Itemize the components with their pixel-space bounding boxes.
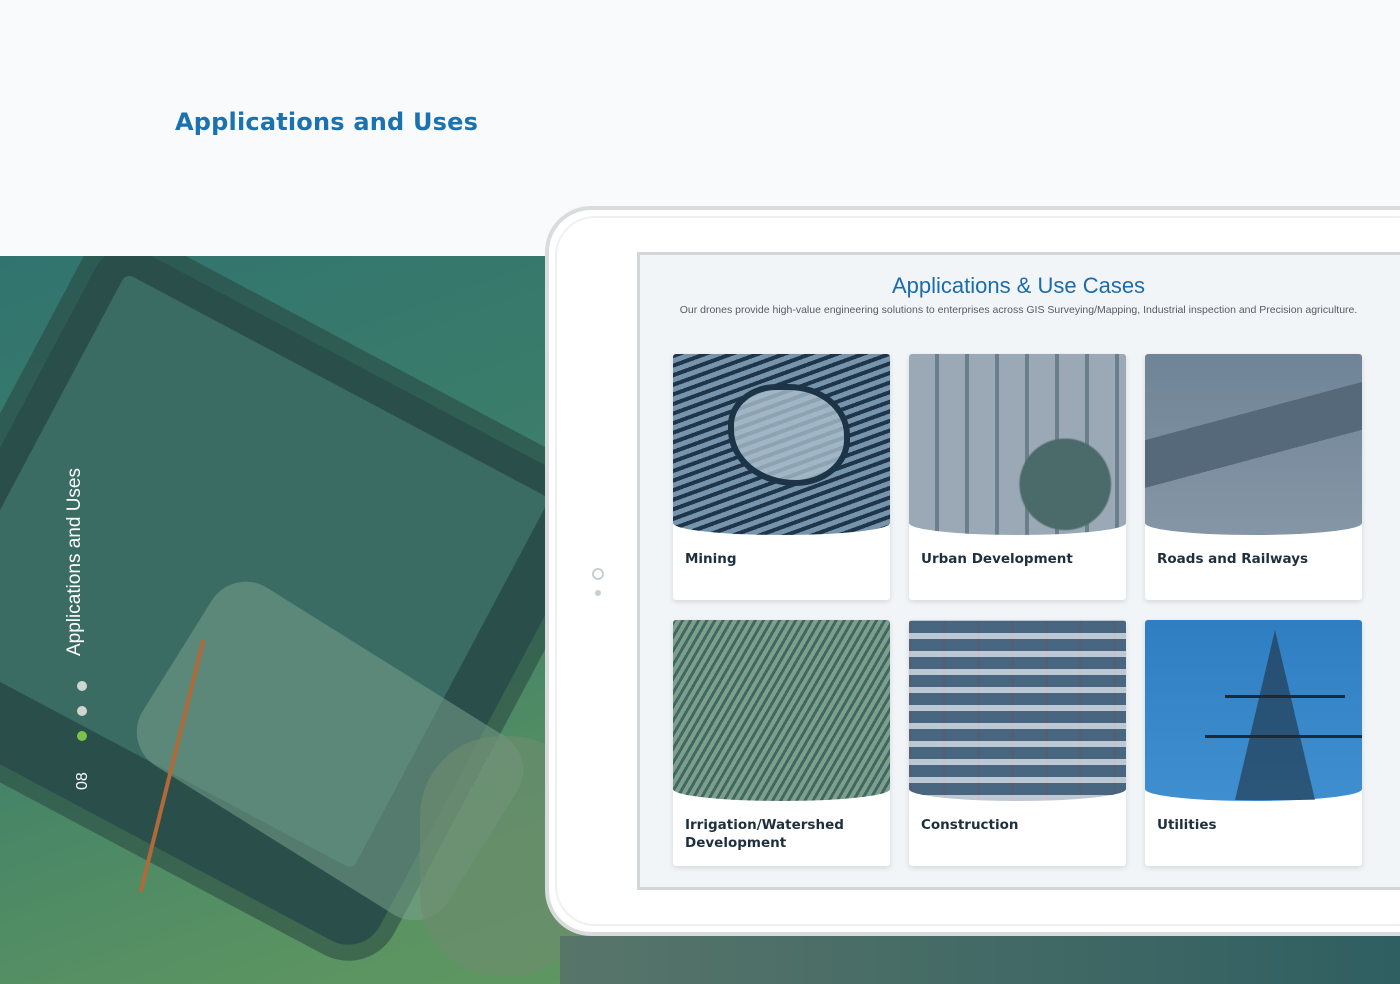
use-case-card-roads[interactable]: Roads and Railways (1145, 354, 1362, 600)
pager-dot-2[interactable] (77, 706, 87, 716)
pylon-shape (1235, 630, 1315, 800)
aerial-mine-image (673, 354, 890, 535)
card-label: Roads and Railways (1157, 551, 1309, 567)
use-case-card-mining[interactable]: Mining (673, 354, 890, 600)
home-button-icon (592, 568, 604, 580)
use-case-card-construction[interactable]: Construction (909, 620, 1126, 866)
slide-number: 08 (74, 772, 91, 790)
screen-title: Applications & Use Cases (891, 273, 1146, 298)
aerial-farmland-image (673, 620, 890, 801)
card-label: Irrigation/Watershed Development (685, 817, 844, 851)
aerial-city-image (909, 354, 1126, 535)
card-label: Urban Development (921, 551, 1073, 567)
card-label: Utilities (1157, 817, 1217, 833)
pager-dot-3-active[interactable] (77, 731, 87, 741)
slide-pager (77, 681, 87, 756)
pylon-arm (1205, 735, 1362, 738)
card-label: Construction (921, 817, 1019, 833)
use-case-card-irrigation[interactable]: Irrigation/Watershed Development (673, 620, 890, 866)
construction-site-image (909, 620, 1126, 801)
page-heading: Applications and Uses (175, 108, 479, 136)
card-label: Mining (685, 551, 737, 567)
aerial-road-image (1145, 354, 1362, 535)
pylon-arm (1225, 695, 1345, 698)
use-case-card-utilities[interactable]: Utilities (1145, 620, 1362, 866)
tablet-screen: Applications & Use Cases Our drones prov… (637, 252, 1400, 890)
section-vertical-label: Applications and Uses (64, 468, 85, 656)
screen-subtitle: Our drones provide high-value engineerin… (679, 304, 1358, 316)
sensor-dot-icon (595, 590, 601, 596)
power-pylon-image (1145, 620, 1362, 801)
background-strip (560, 936, 1400, 984)
pager-dot-1[interactable] (77, 681, 87, 691)
use-case-card-urban[interactable]: Urban Development (909, 354, 1126, 600)
